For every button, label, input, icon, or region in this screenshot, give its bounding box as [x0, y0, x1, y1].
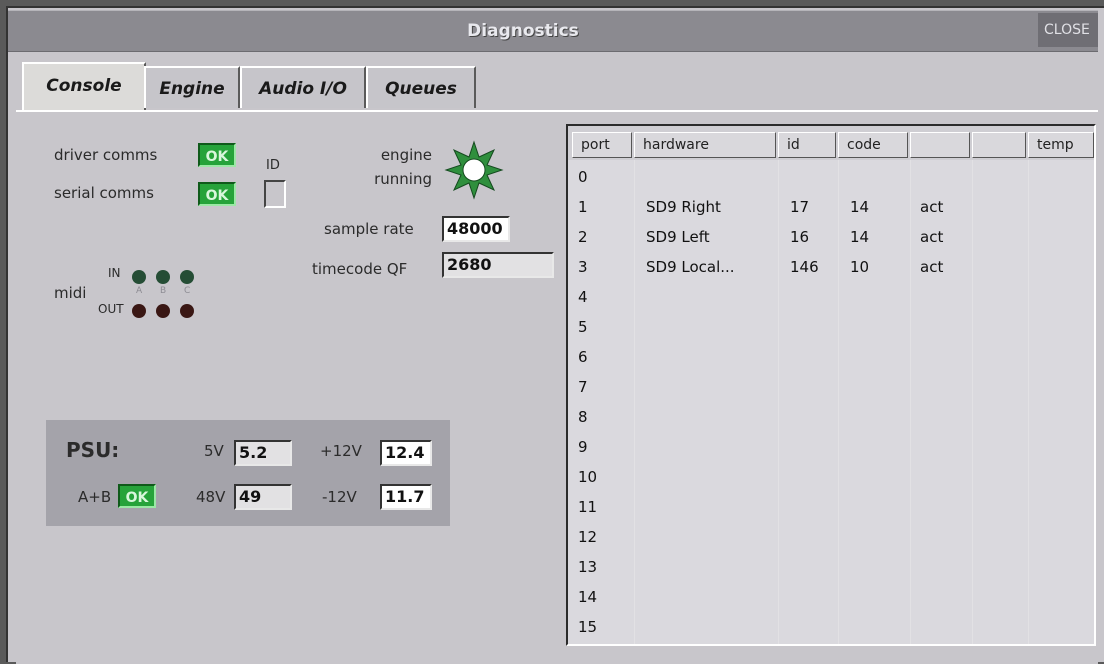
table-row[interactable]: 14 — [568, 584, 1094, 614]
serial-comms-status: OK — [198, 182, 236, 206]
cell-hardware: SD9 Local... — [646, 258, 735, 276]
id-label: ID — [266, 158, 280, 173]
cell-port: 4 — [578, 288, 588, 306]
cell-code: 10 — [850, 258, 870, 276]
column-header-port[interactable]: port — [572, 132, 632, 158]
table-row[interactable]: 9 — [568, 434, 1094, 464]
cell-col5: act — [920, 258, 944, 276]
cell-code: 14 — [850, 228, 870, 246]
midi-out-led-b — [156, 304, 170, 318]
cell-port: 15 — [578, 618, 598, 636]
psu-12v-neg-label: -12V — [322, 488, 357, 506]
column-header-code[interactable]: code — [838, 132, 908, 158]
table-row[interactable]: 10 — [568, 464, 1094, 494]
cell-col5: act — [920, 228, 944, 246]
table-header: port hardware id code temp — [568, 126, 1094, 160]
midi-out-label: OUT — [98, 302, 124, 316]
psu-ab-status: OK — [118, 484, 156, 508]
cell-port: 12 — [578, 528, 598, 546]
cell-port: 9 — [578, 438, 588, 456]
table-row[interactable]: 4 — [568, 284, 1094, 314]
tab-engine[interactable]: Engine — [144, 66, 240, 108]
tab-console[interactable]: Console — [22, 62, 146, 112]
port-table: port hardware id code temp 0 1 SD9 Right 17… — [566, 124, 1096, 646]
column-header-hardware[interactable]: hardware — [634, 132, 776, 158]
psu-5v-field: 5.2 — [234, 440, 292, 466]
table-row[interactable]: 13 — [568, 554, 1094, 584]
cell-port: 0 — [578, 168, 588, 186]
midi-in-led-a — [132, 270, 146, 284]
close-button[interactable]: CLOSE — [1038, 13, 1098, 47]
sample-rate-field: 48000 — [442, 216, 510, 242]
psu-ab-label: A+B — [78, 488, 112, 506]
table-row[interactable]: 5 — [568, 314, 1094, 344]
column-header-temp[interactable]: temp — [1028, 132, 1094, 158]
column-header-blank-2[interactable] — [972, 132, 1026, 158]
sample-rate-label: sample rate — [324, 220, 414, 238]
timecode-label: timecode QF — [312, 260, 408, 278]
table-row[interactable]: 6 — [568, 344, 1094, 374]
tab-audio-io[interactable]: Audio I/O — [240, 66, 366, 108]
psu-5v-label: 5V — [204, 442, 224, 460]
psu-12v-pos-label: +12V — [320, 442, 362, 460]
cell-port: 14 — [578, 588, 598, 606]
psu-48v-field: 49 — [234, 484, 292, 510]
psu-48v-label: 48V — [196, 488, 226, 506]
id-box[interactable] — [264, 180, 286, 208]
midi-in-led-b — [156, 270, 170, 284]
midi-in-label: IN — [108, 266, 121, 280]
window-title: Diagnostics — [467, 21, 579, 41]
cell-id: 17 — [790, 198, 810, 216]
psu-12v-neg-field: 11.7 — [380, 484, 432, 510]
table-row[interactable]: 8 — [568, 404, 1094, 434]
tab-queues[interactable]: Queues — [366, 66, 476, 108]
midi-out-led-a — [132, 304, 146, 318]
cell-port: 13 — [578, 558, 598, 576]
cell-code: 14 — [850, 198, 870, 216]
cell-port: 8 — [578, 408, 588, 426]
table-row[interactable]: 7 — [568, 374, 1094, 404]
cell-port: 1 — [578, 198, 588, 216]
midi-out-led-c — [180, 304, 194, 318]
cell-hardware: SD9 Left — [646, 228, 710, 246]
cell-port: 7 — [578, 378, 588, 396]
cell-port: 6 — [578, 348, 588, 366]
midi-label: midi — [54, 284, 87, 302]
table-row[interactable]: 3 SD9 Local... 146 10 act — [568, 254, 1094, 284]
psu-panel — [46, 420, 450, 526]
table-row[interactable]: 12 — [568, 524, 1094, 554]
table-row[interactable]: 1 SD9 Right 17 14 act — [568, 194, 1094, 224]
cell-hardware: SD9 Right — [646, 198, 721, 216]
cell-port: 5 — [578, 318, 588, 336]
cell-col5: act — [920, 198, 944, 216]
table-row[interactable]: 11 — [568, 494, 1094, 524]
midi-in-led-c — [180, 270, 194, 284]
title-bar[interactable]: Diagnostics CLOSE — [8, 10, 1098, 52]
cell-port: 10 — [578, 468, 598, 486]
table-row[interactable]: 0 — [568, 164, 1094, 194]
timecode-field: 2680 — [442, 252, 554, 278]
table-row[interactable]: 2 SD9 Left 16 14 act — [568, 224, 1094, 254]
cell-port: 11 — [578, 498, 598, 516]
cell-id: 146 — [790, 258, 819, 276]
cell-port: 3 — [578, 258, 588, 276]
engine-label: engine — [380, 146, 432, 164]
midi-port-b-label: B — [160, 286, 167, 296]
running-label: running — [374, 170, 432, 188]
cell-port: 2 — [578, 228, 588, 246]
column-header-blank-1[interactable] — [910, 132, 970, 158]
star-burst-icon — [444, 140, 504, 200]
psu-12v-pos-field: 12.4 — [380, 440, 432, 466]
driver-comms-label: driver comms — [54, 146, 158, 164]
midi-port-a-label: A — [136, 286, 143, 296]
psu-title: PSU: — [66, 438, 120, 462]
serial-comms-label: serial comms — [54, 184, 154, 202]
column-header-id[interactable]: id — [778, 132, 836, 158]
driver-comms-status: OK — [198, 143, 236, 167]
midi-port-c-label: C — [184, 286, 191, 296]
cell-id: 16 — [790, 228, 810, 246]
table-row[interactable]: 15 — [568, 614, 1094, 644]
